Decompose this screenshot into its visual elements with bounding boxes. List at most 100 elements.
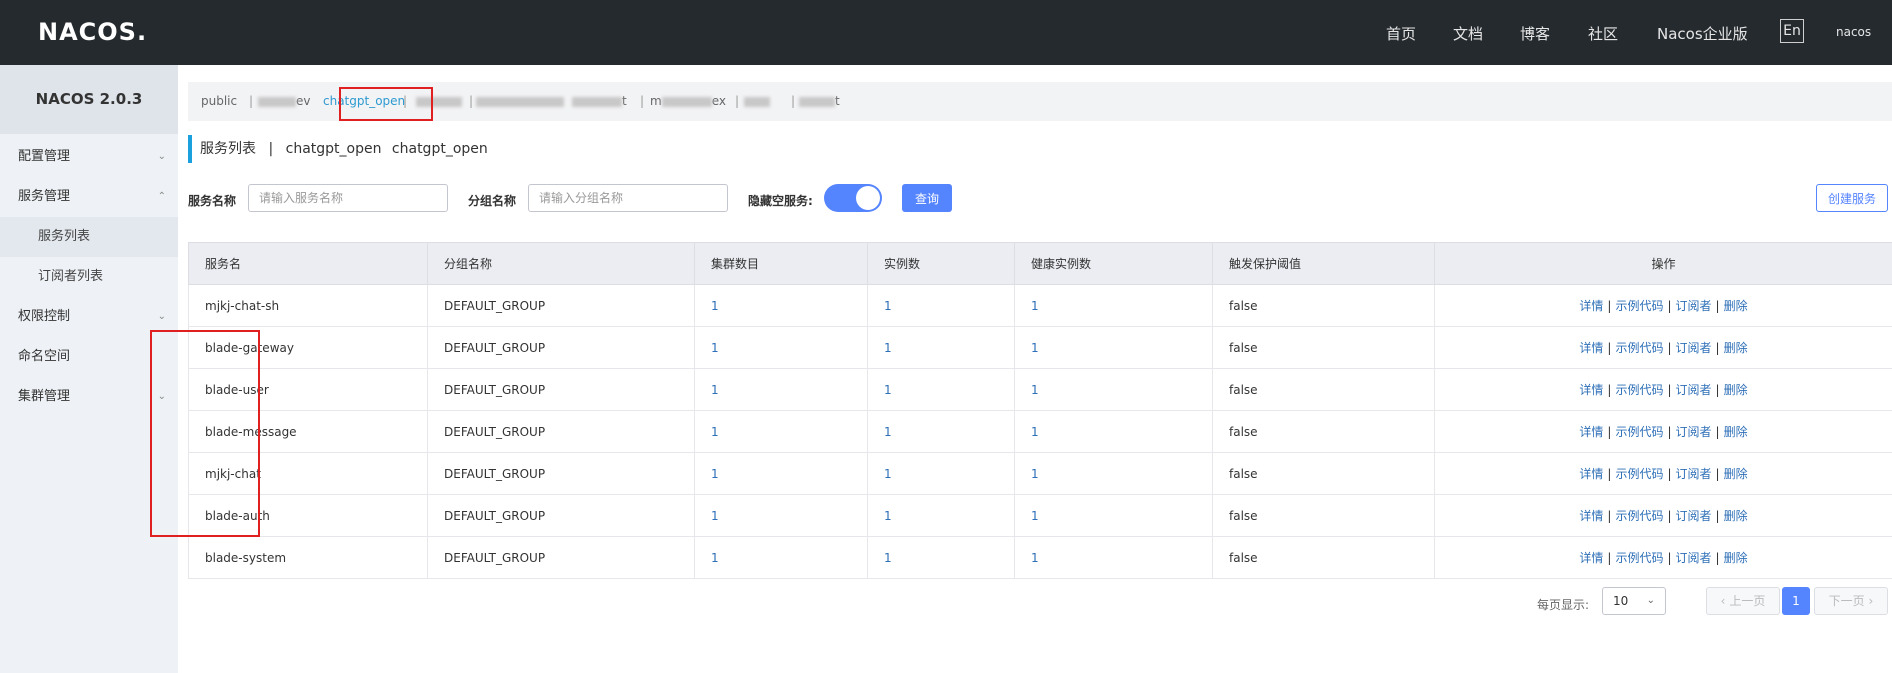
cell-operations: 详情 | 示例代码 | 订阅者 | 删除 [1434,368,1892,411]
delete-link[interactable]: 删除 [1724,341,1748,355]
prev-page-button[interactable]: ‹ 上一页 [1706,587,1780,615]
cell-instance-count: 1 [867,536,1015,579]
service-name-input[interactable] [248,184,448,212]
namespace-separator: | [640,94,645,108]
detail-link[interactable]: 详情 [1579,551,1603,565]
detail-link[interactable]: 详情 [1579,425,1603,439]
subscriber-link[interactable]: 订阅者 [1676,509,1712,523]
delete-link[interactable]: 删除 [1724,551,1748,565]
op-separator: | [1715,299,1720,313]
delete-link[interactable]: 删除 [1724,467,1748,481]
delete-link[interactable]: 删除 [1724,509,1748,523]
table-row: blade-auth DEFAULT_GROUP 1 1 1 false 详情 | 示例代码 | 订… [188,494,1892,537]
detail-link[interactable]: 详情 [1579,509,1603,523]
subscriber-link[interactable]: 订阅者 [1676,551,1712,565]
next-page-button[interactable]: 下一页 › [1814,587,1888,615]
op-separator: | [1607,341,1612,355]
create-service-button[interactable]: 创建服务 [1816,184,1888,212]
sidebar-item-label: 集群管理 [18,389,71,404]
sidebar-item-cluster[interactable]: 集群管理 ⌄ [0,377,178,417]
cell-healthy-count: 1 [1014,410,1213,453]
cell-protect-threshold: false [1212,452,1435,495]
cell-cluster-count: 1 [694,494,868,537]
nav-enterprise[interactable]: Nacos企业版 [1657,23,1748,44]
page-number-1[interactable]: 1 [1782,587,1810,615]
namespace-m-ex[interactable]: m ex [650,82,726,121]
redacted-text [744,96,770,107]
sidebar-item-label: 服务管理 [18,189,71,204]
sidebar-item-config[interactable]: 配置管理 ⌄ [0,137,178,177]
namespace-chatgpt-open[interactable]: chatgpt_open [323,82,405,121]
hide-empty-toggle[interactable] [824,184,882,212]
subscriber-link[interactable]: 订阅者 [1676,299,1712,313]
cell-operations: 详情 | 示例代码 | 订阅者 | 删除 [1434,536,1892,579]
detail-link[interactable]: 详情 [1579,299,1603,313]
nav-home[interactable]: 首页 [1386,23,1416,44]
namespace-redacted[interactable] [476,82,564,121]
namespace-separator: | [403,94,408,108]
namespace-dev[interactable]: ev [258,82,310,121]
chevron-left-icon: ‹ [1720,594,1726,608]
group-name-input[interactable] [528,184,728,212]
delete-link[interactable]: 删除 [1724,425,1748,439]
language-switch-button[interactable]: En [1780,19,1804,43]
sample-code-link[interactable]: 示例代码 [1615,383,1663,397]
page-size-select[interactable]: 10 ⌄ [1602,587,1666,615]
subscriber-link[interactable]: 订阅者 [1676,425,1712,439]
nav-community[interactable]: 社区 [1588,23,1618,44]
group-name-label: 分组名称 [468,194,517,208]
sidebar-item-label: 权限控制 [18,309,71,324]
query-button[interactable]: 查询 [902,184,952,212]
cell-cluster-count: 1 [694,326,868,369]
subscriber-link[interactable]: 订阅者 [1676,383,1712,397]
subscriber-link[interactable]: 订阅者 [1676,467,1712,481]
cell-cluster-count: 1 [694,536,868,579]
op-separator: | [1667,299,1672,313]
sidebar-item-auth[interactable]: 权限控制 ⌄ [0,297,178,337]
detail-link[interactable]: 详情 [1579,383,1603,397]
table-row: blade-gateway DEFAULT_GROUP 1 1 1 false 详情 | 示例代… [188,326,1892,369]
sample-code-link[interactable]: 示例代码 [1615,425,1663,439]
nav-blog[interactable]: 博客 [1520,23,1550,44]
table-row: blade-user DEFAULT_GROUP 1 1 1 false 详情 | 示例代码 | 订… [188,368,1892,411]
op-separator: | [1667,341,1672,355]
delete-link[interactable]: 删除 [1724,299,1748,313]
sample-code-link[interactable]: 示例代码 [1615,341,1663,355]
table-row: mjkj-chat DEFAULT_GROUP 1 1 1 false 详情 | 示例代码 | 订阅… [188,452,1892,495]
cell-protect-threshold: false [1212,536,1435,579]
table-header-row: 服务名 分组名称 集群数目 实例数 健康实例数 触发保护阈值 操作 [188,242,1892,285]
namespace-t2[interactable]: t [799,82,840,121]
nav-docs[interactable]: 文档 [1453,23,1483,44]
col-header-instances: 实例数 [867,242,1015,285]
subscriber-link[interactable]: 订阅者 [1676,341,1712,355]
namespace-redacted[interactable] [744,82,770,121]
sample-code-link[interactable]: 示例代码 [1615,467,1663,481]
sidebar-item-namespace[interactable]: 命名空间 [0,337,178,377]
op-separator: | [1715,383,1720,397]
detail-link[interactable]: 详情 [1579,467,1603,481]
namespace-redacted[interactable] [416,82,462,121]
namespace-t[interactable]: t [572,82,627,121]
namespace-public[interactable]: public [201,82,237,121]
cell-operations: 详情 | 示例代码 | 订阅者 | 删除 [1434,494,1892,537]
cell-operations: 详情 | 示例代码 | 订阅者 | 删除 [1434,452,1892,495]
detail-link[interactable]: 详情 [1579,341,1603,355]
sidebar-item-service-list[interactable]: 服务列表 [0,217,178,257]
cell-protect-threshold: false [1212,410,1435,453]
col-header-healthy: 健康实例数 [1014,242,1213,285]
sample-code-link[interactable]: 示例代码 [1615,299,1663,313]
sidebar-item-service-mgmt[interactable]: 服务管理 ⌃ [0,177,178,217]
chevron-down-icon: ⌄ [157,391,166,402]
user-name[interactable]: nacos [1836,25,1871,39]
cell-cluster-count: 1 [694,452,868,495]
sidebar-item-subscribers[interactable]: 订阅者列表 [0,257,178,297]
delete-link[interactable]: 删除 [1724,383,1748,397]
sample-code-link[interactable]: 示例代码 [1615,509,1663,523]
sample-code-link[interactable]: 示例代码 [1615,551,1663,565]
cell-operations: 详情 | 示例代码 | 订阅者 | 删除 [1434,284,1892,327]
chevron-up-icon: ⌃ [157,191,166,202]
cell-instance-count: 1 [867,494,1015,537]
op-separator: | [1667,425,1672,439]
nacos-logo[interactable]: NACOS. [38,18,147,46]
cell-operations: 详情 | 示例代码 | 订阅者 | 删除 [1434,410,1892,453]
